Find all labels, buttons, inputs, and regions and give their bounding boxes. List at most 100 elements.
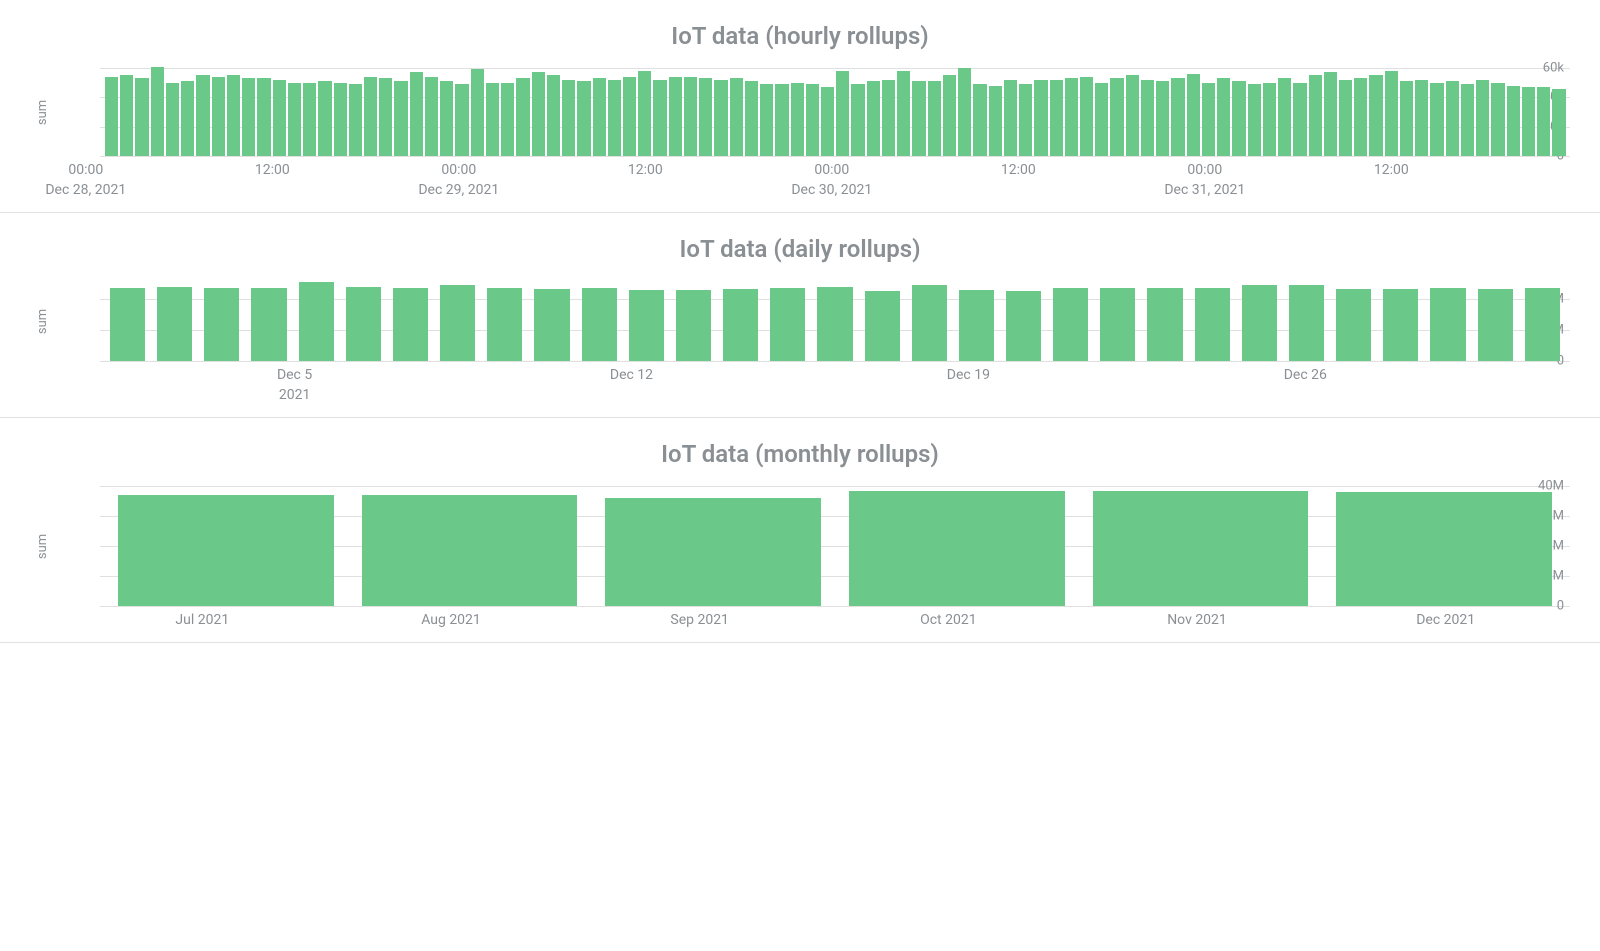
- y-axis-label-daily: sum: [30, 281, 56, 361]
- bar: [817, 287, 852, 361]
- bar: [1446, 81, 1459, 156]
- bar: [486, 83, 499, 156]
- bar: [501, 83, 514, 156]
- plot-daily: 00.5M1M: [56, 281, 1570, 361]
- bar: [1383, 289, 1418, 361]
- bar: [1248, 84, 1261, 156]
- bar: [425, 77, 438, 156]
- x-tick-label: 00:00: [441, 162, 476, 178]
- bar: [865, 291, 900, 361]
- bar: [958, 68, 971, 156]
- x-tick-label: Aug 2021: [421, 612, 481, 628]
- bar: [1537, 87, 1550, 156]
- bar: [440, 81, 453, 156]
- x-tick-sublabel: Dec 29, 2021: [418, 182, 499, 198]
- x-tick-label: Dec 12: [610, 367, 653, 383]
- x-tick-label: Dec 2021: [1416, 612, 1475, 628]
- x-axis-daily: Dec 5Dec 12Dec 19Dec 262021: [78, 361, 1570, 407]
- bar: [676, 290, 711, 361]
- bar: [1095, 83, 1108, 156]
- bar: [912, 285, 947, 361]
- bar: [897, 71, 910, 156]
- x-tick-label: 12:00: [1374, 162, 1409, 178]
- bar: [534, 289, 569, 361]
- bar: [1309, 75, 1322, 156]
- bar: [1339, 80, 1352, 156]
- bar: [394, 81, 407, 156]
- bar: [1004, 80, 1017, 156]
- bar: [1289, 285, 1324, 361]
- bar: [959, 290, 994, 361]
- panel-monthly: IoT data (monthly rollups) sum 010M20M30…: [0, 418, 1600, 643]
- bar: [653, 80, 666, 156]
- bar: [1552, 89, 1565, 156]
- x-tick-sublabel: Dec 28, 2021: [45, 182, 126, 198]
- x-axis-monthly: Jul 2021Aug 2021Sep 2021Oct 2021Nov 2021…: [78, 606, 1570, 632]
- bar: [577, 81, 590, 156]
- bar: [593, 78, 606, 156]
- bar: [487, 288, 522, 361]
- bar: [1110, 78, 1123, 156]
- bar: [849, 491, 1065, 607]
- bar: [1525, 288, 1560, 361]
- bar: [1336, 492, 1552, 606]
- bar: [1293, 83, 1306, 156]
- bar: [973, 84, 986, 156]
- bar: [836, 71, 849, 156]
- bar: [120, 75, 133, 156]
- bar: [730, 78, 743, 156]
- bar: [547, 75, 560, 156]
- bar: [516, 78, 529, 156]
- bar: [1430, 288, 1465, 361]
- bar: [334, 83, 347, 156]
- bar: [227, 75, 240, 156]
- x-tick-label: 12:00: [628, 162, 663, 178]
- bar: [257, 78, 270, 156]
- bar: [1354, 78, 1367, 156]
- bar: [288, 83, 301, 156]
- y-axis-label-hourly: sum: [30, 68, 56, 156]
- bar: [393, 288, 428, 361]
- bar: [1478, 289, 1513, 361]
- bar: [242, 78, 255, 156]
- bar: [1006, 291, 1041, 361]
- x-tick-sublabel: Dec 31, 2021: [1164, 182, 1245, 198]
- bar: [562, 80, 575, 156]
- bar: [605, 498, 821, 606]
- x-tick-label: Jul 2021: [175, 612, 229, 628]
- bar: [1202, 83, 1215, 156]
- bar: [684, 77, 697, 156]
- bar: [151, 67, 164, 156]
- bar: [1336, 289, 1371, 361]
- bar: [821, 87, 834, 156]
- x-tick-label: 12:00: [255, 162, 290, 178]
- x-tick-label: Dec 26: [1284, 367, 1327, 383]
- plot-hourly: 020k40k60k: [56, 68, 1570, 156]
- bar: [1324, 72, 1337, 156]
- bar: [181, 81, 194, 156]
- bar: [204, 288, 239, 361]
- bar: [410, 72, 423, 156]
- bar: [1232, 81, 1245, 156]
- bar: [1093, 491, 1309, 607]
- panel-hourly: IoT data (hourly rollups) sum 020k40k60k…: [0, 0, 1600, 213]
- bar: [699, 78, 712, 156]
- bar: [1171, 78, 1184, 156]
- bar: [110, 288, 145, 361]
- bar: [379, 78, 392, 156]
- bar: [1461, 84, 1474, 156]
- bar: [471, 69, 484, 156]
- bar: [723, 289, 758, 361]
- bar: [1369, 75, 1382, 156]
- bar: [273, 80, 286, 156]
- x-tick-label: Dec 19: [947, 367, 990, 383]
- x-tick-label: Dec 5: [277, 367, 312, 383]
- y-axis-label-monthly: sum: [30, 486, 56, 606]
- bar: [1034, 80, 1047, 156]
- bar: [1278, 78, 1291, 156]
- bar: [364, 77, 377, 156]
- bar: [303, 83, 316, 156]
- bar: [1400, 81, 1413, 156]
- bar: [638, 71, 651, 156]
- bar: [770, 288, 805, 361]
